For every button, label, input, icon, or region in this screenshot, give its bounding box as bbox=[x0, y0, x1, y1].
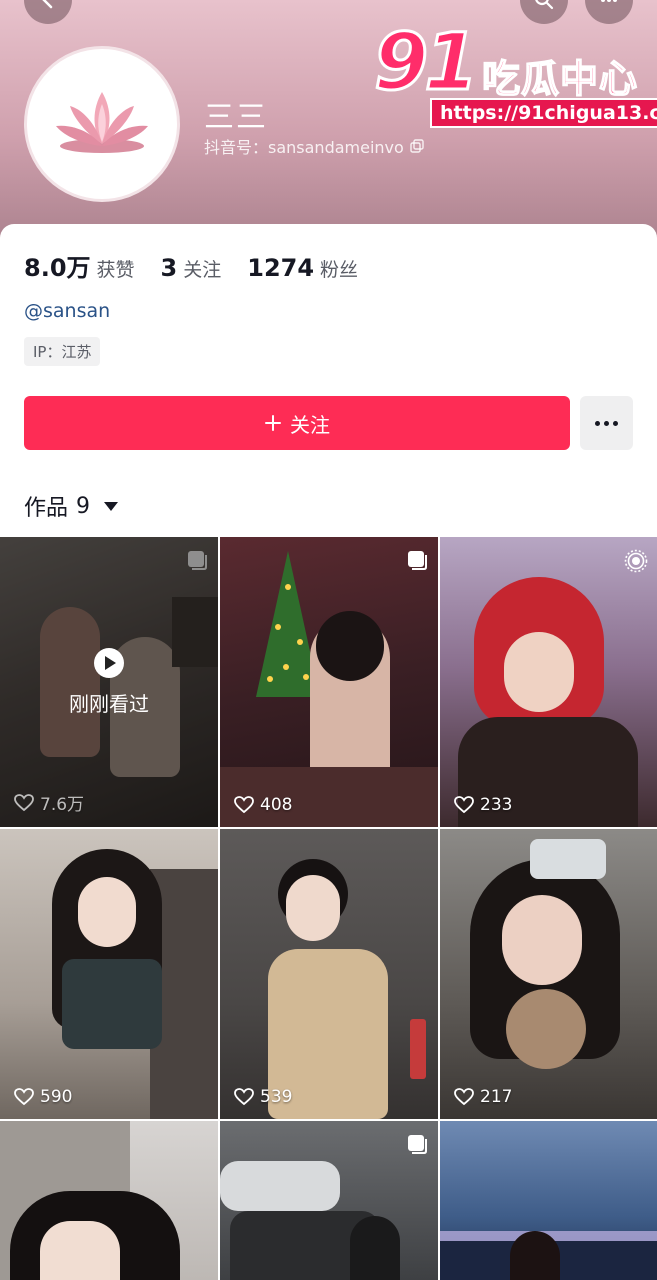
multi-image-icon bbox=[408, 1135, 427, 1154]
stat-followers[interactable]: 1274 粉丝 bbox=[247, 254, 358, 282]
video-thumbnail-3[interactable]: 233 bbox=[440, 537, 657, 827]
video-likes-count: 539 bbox=[260, 1087, 293, 1107]
profile-handle[interactable]: @sansan bbox=[24, 300, 110, 322]
site-watermark: 91 吃瓜中心 https://91chigua13.com bbox=[370, 17, 657, 132]
stat-following-value: 3 bbox=[160, 254, 178, 282]
menu-button[interactable] bbox=[585, 0, 633, 24]
search-icon bbox=[535, 0, 554, 10]
video-likes: 217 bbox=[454, 1087, 512, 1107]
works-tab[interactable]: 作品 9 bbox=[24, 490, 119, 522]
heart-icon bbox=[234, 796, 254, 814]
video-likes: 7.6万 bbox=[14, 790, 84, 815]
video-likes: 233 bbox=[454, 795, 512, 815]
video-likes: 408 bbox=[234, 795, 292, 815]
watermark-number: 91 bbox=[373, 17, 481, 110]
play-icon bbox=[94, 647, 124, 678]
heart-icon bbox=[14, 1088, 34, 1106]
live-photo-icon bbox=[624, 549, 648, 573]
heart-icon bbox=[14, 793, 34, 811]
stat-likes[interactable]: 8.0万 获赞 bbox=[24, 248, 135, 283]
photo-figure bbox=[350, 1216, 400, 1280]
video-thumbnail-9[interactable] bbox=[440, 1121, 657, 1280]
ip-location-tag: IP：江苏 bbox=[24, 337, 101, 366]
profile-nickname: 三三 bbox=[204, 100, 268, 135]
heart-icon bbox=[454, 1088, 474, 1106]
photo-vest bbox=[62, 959, 162, 1049]
lotus-flower-icon bbox=[56, 92, 148, 153]
douyin-id-text: 抖音号：sansandameinvo bbox=[204, 138, 404, 157]
stat-likes-value: 8.0万 bbox=[24, 254, 91, 282]
more-dot bbox=[604, 420, 609, 426]
video-thumbnail-6[interactable]: 217 bbox=[440, 829, 657, 1119]
photo-face bbox=[40, 1221, 120, 1280]
photo-figure bbox=[510, 1231, 560, 1280]
stat-following[interactable]: 3 关注 bbox=[161, 254, 222, 282]
recently-viewed-overlay: 刚刚看过 bbox=[0, 537, 218, 827]
video-grid: 刚刚看过 7.6万 408 233 590 539 217 bbox=[0, 537, 657, 1280]
video-likes-count: 408 bbox=[260, 795, 293, 815]
multi-image-icon bbox=[408, 551, 427, 570]
dropdown-caret-icon bbox=[104, 501, 119, 511]
profile-stats: 8.0万 获赞 3 关注 1274 粉丝 bbox=[24, 248, 358, 283]
stat-followers-label: 粉丝 bbox=[320, 259, 359, 281]
avatar[interactable] bbox=[24, 46, 180, 202]
video-likes-count: 217 bbox=[480, 1087, 513, 1107]
back-button[interactable] bbox=[24, 0, 72, 24]
copy-icon[interactable] bbox=[410, 139, 424, 153]
video-likes-count: 590 bbox=[40, 1087, 73, 1107]
video-likes: 590 bbox=[14, 1087, 72, 1107]
watermark-url: https://91chigua13.com bbox=[430, 98, 657, 128]
video-thumbnail-1[interactable]: 刚刚看过 7.6万 bbox=[0, 537, 218, 827]
video-thumbnail-7[interactable] bbox=[0, 1121, 218, 1280]
heart-icon bbox=[234, 1088, 254, 1106]
video-thumbnail-8[interactable] bbox=[220, 1121, 438, 1280]
follow-button[interactable]: 关注 bbox=[24, 396, 570, 450]
stat-following-label: 关注 bbox=[183, 259, 222, 281]
profile-header: 三三 抖音号：sansandameinvo 91 吃瓜中心 https://91… bbox=[0, 0, 657, 250]
photo-face bbox=[286, 875, 340, 941]
photo-face bbox=[78, 877, 136, 947]
video-likes-count: 233 bbox=[480, 795, 513, 815]
photo-door-sign bbox=[410, 1019, 426, 1079]
heart-icon bbox=[454, 796, 474, 814]
stat-likes-label: 获赞 bbox=[96, 259, 135, 281]
back-arrow-icon bbox=[42, 0, 53, 9]
more-dot bbox=[595, 420, 600, 426]
douyin-id: 抖音号：sansandameinvo bbox=[204, 134, 424, 158]
stat-followers-value: 1274 bbox=[247, 254, 315, 282]
menu-icon bbox=[601, 0, 617, 2]
plus-icon bbox=[265, 415, 281, 431]
photo-cat bbox=[506, 989, 586, 1069]
recently-viewed-label: 刚刚看过 bbox=[69, 691, 149, 716]
video-thumbnail-2[interactable]: 408 bbox=[220, 537, 438, 827]
follow-button-label: 关注 bbox=[290, 412, 330, 437]
works-tab-count: 9 bbox=[76, 493, 91, 519]
more-options-button[interactable] bbox=[580, 396, 633, 450]
video-likes-count: 7.6万 bbox=[40, 795, 85, 815]
more-dot bbox=[613, 420, 618, 426]
photo-hair-roller bbox=[530, 839, 606, 879]
search-button[interactable] bbox=[520, 0, 568, 24]
photo-car bbox=[220, 1161, 340, 1211]
photo-hair bbox=[316, 611, 384, 681]
video-thumbnail-4[interactable]: 590 bbox=[0, 829, 218, 1119]
photo-face bbox=[504, 632, 574, 712]
watermark-name: 吃瓜中心 bbox=[481, 56, 639, 102]
photo-face bbox=[502, 895, 582, 985]
video-likes: 539 bbox=[234, 1087, 292, 1107]
video-thumbnail-5[interactable]: 539 bbox=[220, 829, 438, 1119]
works-tab-label: 作品 bbox=[24, 496, 69, 521]
